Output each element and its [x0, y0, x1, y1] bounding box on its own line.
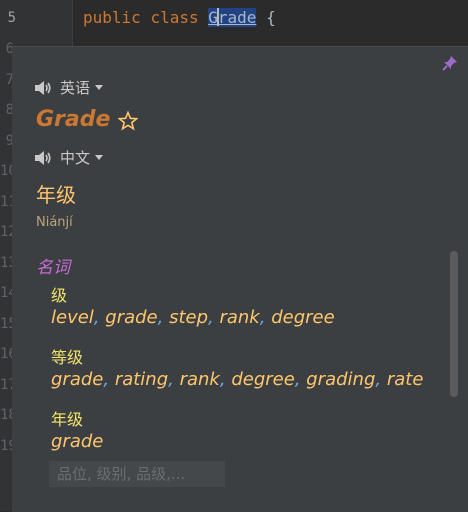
target-language-selector[interactable]: 中文 — [34, 147, 104, 168]
sense-english-word[interactable]: grade — [105, 307, 157, 328]
chevron-down-icon — [95, 155, 104, 160]
sense-english-list: level, grade, step, rank, degree — [51, 307, 335, 328]
code-keyword: public — [83, 8, 141, 27]
speaker-icon[interactable] — [34, 80, 52, 96]
code-brace: { — [266, 8, 276, 27]
line-number: 5 — [7, 10, 16, 26]
sense-english-list: grade — [51, 431, 103, 452]
part-of-speech: 名词 — [36, 258, 70, 278]
target-language-label: 中文 — [60, 149, 91, 167]
sense-english-list: grade, rating, rank, degree, grading, ra… — [51, 369, 424, 390]
more-senses-fade[interactable]: 品位, 级别, 品级,... — [49, 461, 225, 487]
source-language-selector[interactable]: 英语 — [34, 77, 104, 98]
sense-english-word[interactable]: step — [169, 307, 208, 328]
sense-chinese: 等级 — [51, 348, 84, 367]
sense-english-word[interactable]: degree — [271, 307, 334, 328]
scrollbar-thumb[interactable] — [450, 251, 458, 397]
translation-popup: 英语 Grade 中文 年级 Niánjí 名词 级 level, grade,… — [12, 46, 468, 512]
translation-text: 年级 — [36, 183, 76, 207]
sense-english-word[interactable]: rating — [115, 369, 168, 390]
sense-english-word[interactable]: degree — [231, 369, 294, 390]
sense-english-word[interactable]: rank — [180, 369, 220, 390]
source-word: Grade — [36, 107, 111, 132]
sense-english-word[interactable]: rate — [387, 369, 424, 390]
source-language-label: 英语 — [60, 79, 91, 97]
sense-chinese: 年级 — [51, 410, 84, 429]
sense-english-word[interactable]: grade — [51, 369, 103, 390]
sense-chinese: 级 — [51, 286, 68, 305]
speaker-icon[interactable] — [34, 150, 52, 166]
sense-english-word[interactable]: grade — [51, 431, 103, 452]
class-name-text-end: rade — [217, 8, 257, 27]
code-line[interactable]: public class Grade { — [83, 8, 276, 27]
pinyin-text: Niánjí — [36, 215, 73, 230]
sense-english-word[interactable]: rank — [219, 307, 259, 328]
star-icon[interactable] — [118, 111, 138, 131]
pin-icon[interactable] — [442, 55, 458, 71]
sense-english-word[interactable]: level — [51, 307, 94, 328]
code-keyword: class — [150, 8, 199, 27]
chevron-down-icon — [95, 85, 104, 90]
sense-english-word[interactable]: grading — [306, 369, 375, 390]
code-class-name[interactable]: Grade — [208, 8, 257, 27]
